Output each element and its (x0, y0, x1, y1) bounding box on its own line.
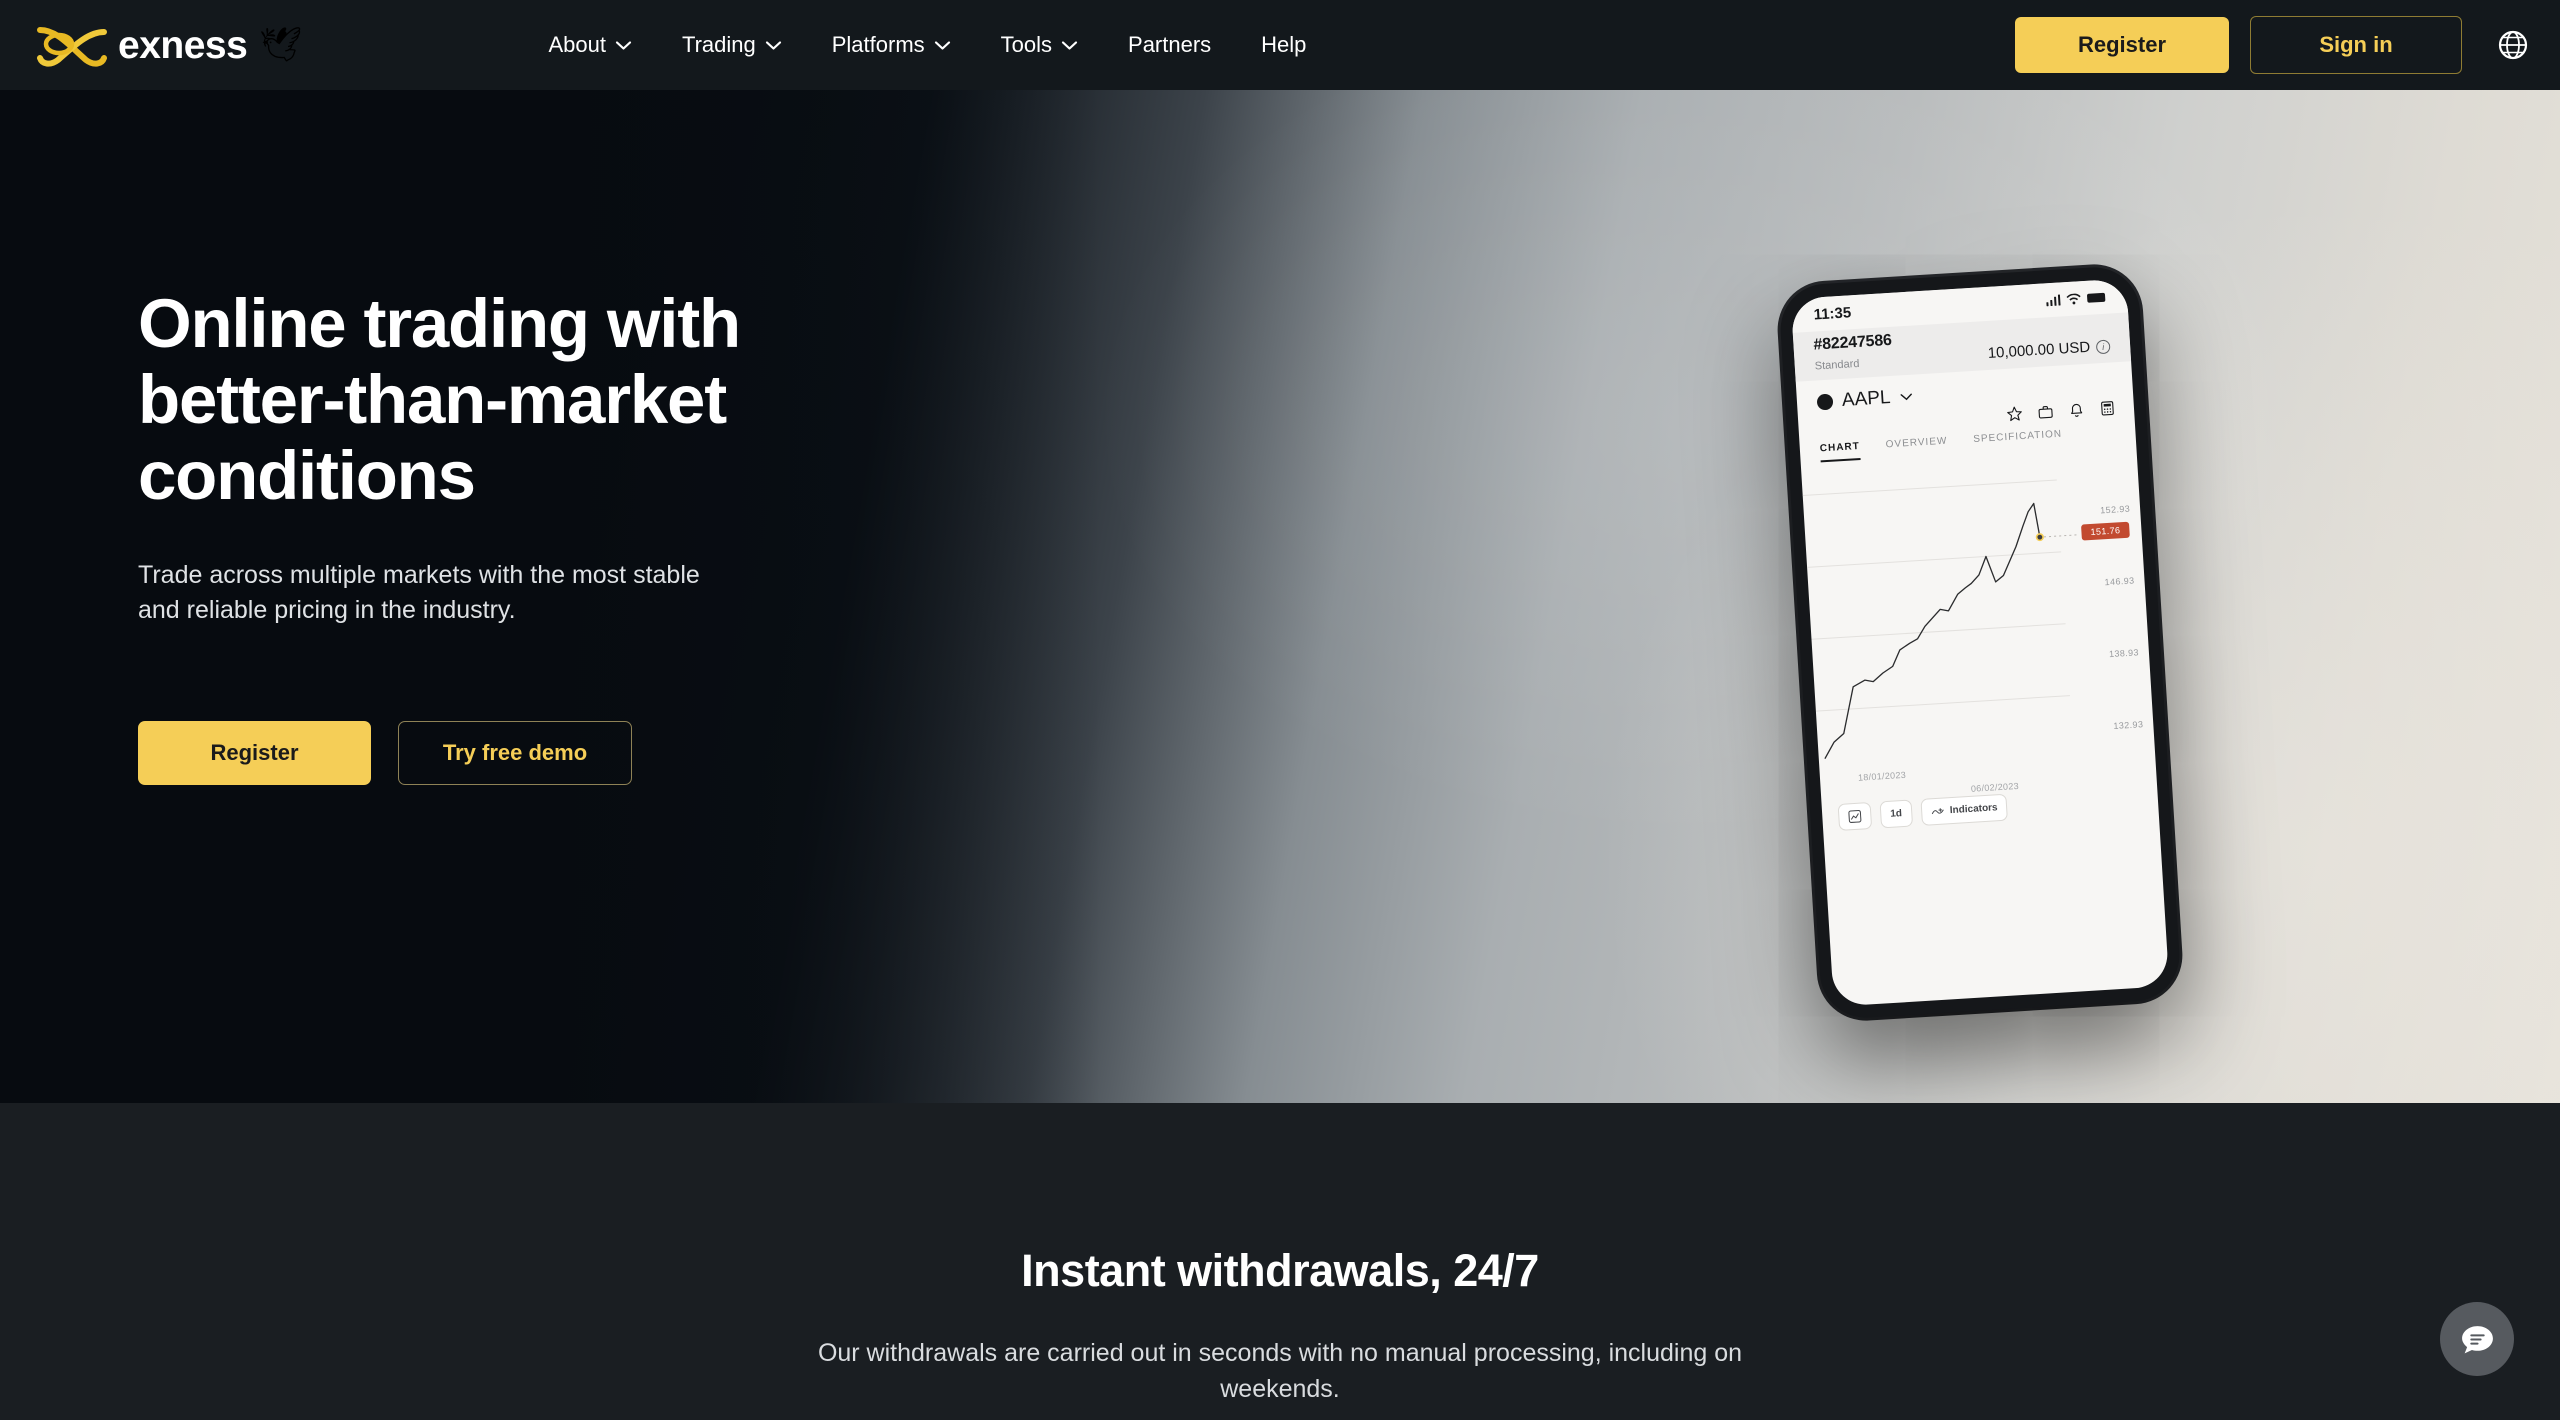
chat-widget-button[interactable] (2440, 1302, 2514, 1376)
section-subtitle: Our withdrawals are carried out in secon… (817, 1339, 1743, 1403)
register-button-hero[interactable]: Register (138, 720, 371, 785)
brand-logo[interactable]: exness 🕊 (34, 22, 302, 68)
nav-item-partners[interactable]: Partners (1103, 24, 1236, 66)
hero-cta-group: Register Try free demo (138, 720, 1038, 785)
nav-label: Platforms (831, 32, 925, 57)
section-title: Instant withdrawals, 24/7 (1021, 1245, 1539, 1296)
brand-name: exness (118, 23, 248, 67)
dove-emoji-icon: 🕊 (259, 26, 303, 64)
register-button-header[interactable]: Register (2015, 17, 2229, 73)
hero-title-line-3: conditions (138, 436, 476, 514)
chevron-down-icon (765, 40, 782, 51)
main-navigation: About Trading Platforms Tools Partners H… (523, 24, 1331, 66)
nav-item-trading[interactable]: Trading (657, 24, 807, 66)
sign-in-button[interactable]: Sign in (2250, 16, 2462, 74)
nav-label: Help (1261, 32, 1307, 57)
hero-subtitle: Trade across multiple markets with the m… (138, 560, 700, 625)
chevron-down-icon (1061, 40, 1078, 51)
nav-label: Trading (681, 32, 756, 57)
hero-content: Online trading with better-than-market c… (138, 286, 1038, 785)
exness-infinity-mark-icon (34, 22, 108, 68)
nav-item-about[interactable]: About (523, 24, 657, 66)
page-title: Online trading with better-than-market c… (138, 286, 1038, 514)
chevron-down-icon (934, 40, 951, 51)
nav-label: About (548, 32, 606, 57)
chat-bubble-icon (2459, 1321, 2496, 1358)
hero-section: 11:35 #82247586 Standard 10,000.00 (0, 90, 2560, 1103)
site-header: exness 🕊 About Trading Platforms Tools P… (0, 0, 2560, 90)
chevron-down-icon (615, 40, 632, 51)
instant-withdrawals-section: Instant withdrawals, 24/7 Our withdrawal… (0, 1103, 2560, 1420)
nav-label: Partners (1128, 32, 1212, 57)
nav-item-help[interactable]: Help (1236, 24, 1331, 66)
nav-item-tools[interactable]: Tools (976, 24, 1103, 66)
try-free-demo-button[interactable]: Try free demo (398, 720, 632, 785)
header-actions: Register Sign in (2015, 0, 2530, 90)
nav-item-platforms[interactable]: Platforms (807, 24, 976, 66)
hero-title-line-1: Online trading with (138, 285, 741, 362)
hero-title-line-2: better-than-market (138, 360, 727, 438)
globe-icon[interactable] (2483, 28, 2530, 62)
nav-label: Tools (1000, 32, 1053, 57)
